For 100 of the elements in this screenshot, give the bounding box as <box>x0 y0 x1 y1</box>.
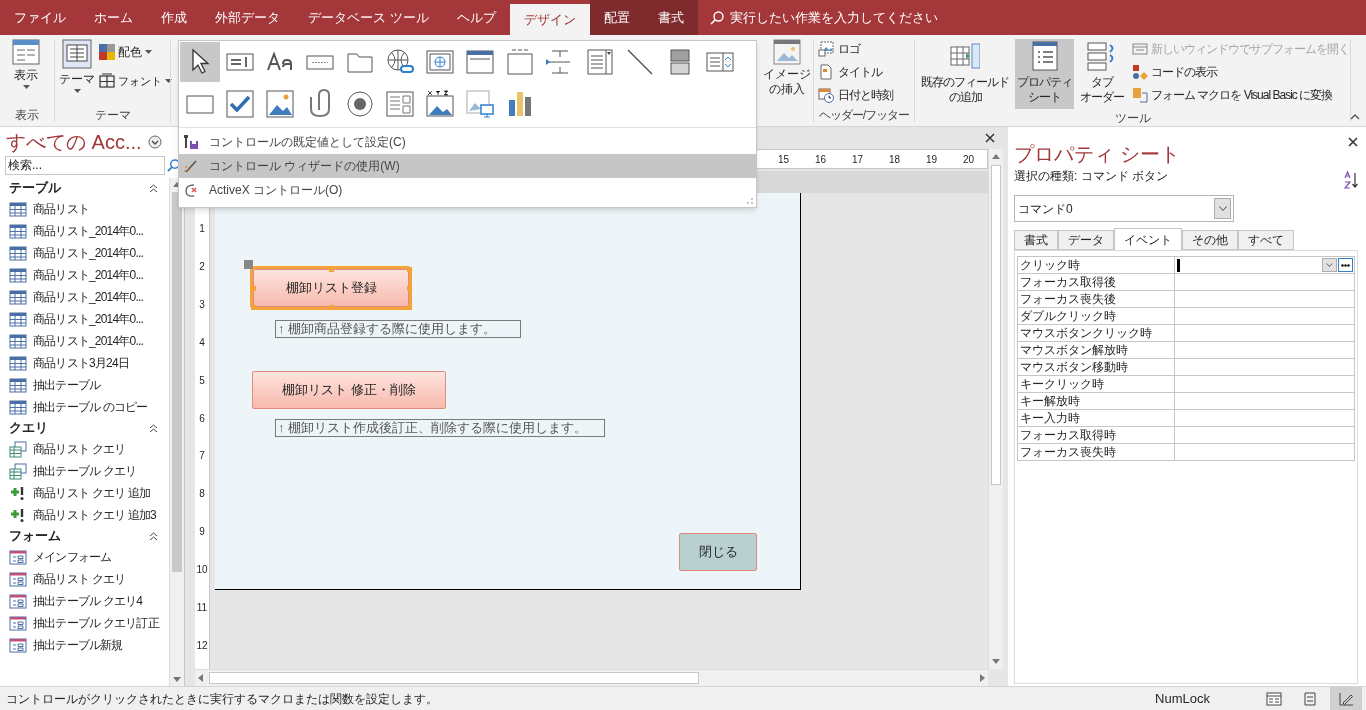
scrollbar-thumb[interactable] <box>172 192 182 572</box>
ruler-number: 16 <box>815 153 827 167</box>
scrollbar[interactable] <box>195 669 988 686</box>
property-tab[interactable]: データ <box>1058 230 1114 250</box>
ellipsis-icon <box>1341 263 1350 267</box>
fonts-button[interactable]: フォント <box>99 73 172 90</box>
ribbon-tab[interactable]: 書式 <box>643 0 698 35</box>
stacked-tables-icon <box>9 462 27 480</box>
window-icon <box>1132 41 1148 57</box>
nav-item[interactable]: 商品リスト_2014年0... <box>3 286 168 308</box>
nav-item[interactable]: 抽出テーブル クエリ訂正 <box>3 612 168 634</box>
property-name: マウスボタン移動時 <box>1018 359 1175 375</box>
nav-item[interactable]: 商品リスト_2014年0... <box>3 308 168 330</box>
command-button[interactable]: 棚卸リスト登録 <box>253 269 409 307</box>
resize-handle[interactable] <box>328 266 334 272</box>
group-label: 表示 <box>14 107 40 124</box>
nav-group-header[interactable]: フォーム <box>3 526 168 546</box>
move-handle[interactable] <box>243 259 253 269</box>
view-switch-button[interactable] <box>1330 687 1362 710</box>
nav-item[interactable]: 抽出テーブル新規 <box>3 634 168 656</box>
nav-group-header[interactable]: クエリ <box>3 418 168 438</box>
nav-item[interactable]: 抽出テーブル クエリ4 <box>3 590 168 612</box>
property-value-field[interactable] <box>1175 257 1355 273</box>
menu-item[interactable]: ActiveX コントロール(O) <box>179 178 756 202</box>
shapes-icon <box>1132 64 1148 80</box>
form-label: ↑ 棚卸商品登録する際に使用します。 <box>275 320 521 338</box>
ribbon-tab[interactable]: 配置 <box>589 0 644 35</box>
object-dropdown[interactable]: コマンド0 <box>1014 195 1234 222</box>
resize-handle[interactable] <box>250 304 256 310</box>
resize-handle[interactable] <box>406 304 412 310</box>
nav-item[interactable]: 商品リスト クエリ 追加 <box>3 482 168 504</box>
property-tab[interactable]: イベント <box>1114 228 1182 251</box>
calendar-clock-icon <box>818 87 834 103</box>
sort-az-icon <box>1344 171 1358 189</box>
selection-type: 選択の種類: コマンド ボタン <box>1014 168 1168 185</box>
ribbon-tab[interactable]: ファイル <box>0 0 80 35</box>
ruler-number: 6 <box>198 412 206 425</box>
nav-item[interactable]: 商品リスト3月24日 <box>3 352 168 374</box>
nav-item[interactable]: 商品リスト <box>3 198 168 220</box>
scrollbar-thumb[interactable] <box>209 672 699 684</box>
tell-me-search[interactable]: 実行したい作業を入力してください <box>729 7 938 28</box>
ribbon-command[interactable]: ロゴ <box>818 39 893 59</box>
image-icon <box>264 88 296 120</box>
command-button[interactable]: 棚卸リスト 修正・削除 <box>252 371 446 409</box>
nav-item[interactable]: 抽出テーブル クエリ <box>3 460 168 482</box>
search-field[interactable]: 検索... <box>5 155 165 175</box>
nav-item[interactable]: 商品リスト クエリ <box>3 438 168 460</box>
colors-button[interactable]: 配色 <box>99 43 172 61</box>
dropdown-button[interactable] <box>1214 198 1231 219</box>
ribbon-button[interactable]: タブ オーダー <box>1078 39 1126 109</box>
ribbon-button[interactable]: 既存のフィールド の追加 <box>919 39 1011 109</box>
ruler-number: 3 <box>198 298 206 311</box>
nav-item[interactable]: 商品リスト_2014年0... <box>3 264 168 286</box>
radio-button-icon <box>344 88 376 120</box>
chevron-down-icon <box>1326 263 1333 267</box>
search-icon <box>167 158 180 172</box>
builder-button[interactable] <box>1338 258 1353 272</box>
nav-item[interactable]: 抽出テーブル <box>3 374 168 396</box>
ribbon-command[interactable]: コードの表示 <box>1132 62 1349 82</box>
scrollbar[interactable] <box>169 178 184 686</box>
ruler-number: 12 <box>195 639 209 652</box>
scrollbar[interactable] <box>988 149 1003 669</box>
menu-item[interactable]: コントロール ウィザードの使用(W) <box>179 154 756 178</box>
resize-handle[interactable] <box>250 285 256 291</box>
property-name: ダブルクリック時 <box>1018 308 1175 324</box>
nav-item[interactable]: 商品リスト クエリ <box>3 568 168 590</box>
ribbon-tab[interactable]: 外部データ <box>201 0 294 35</box>
control-tool-button[interactable] <box>180 42 220 82</box>
nav-item[interactable]: 商品リスト_2014年0... <box>3 330 168 352</box>
property-tab[interactable]: すべて <box>1238 230 1294 250</box>
close-button[interactable]: 閉じる <box>679 533 757 571</box>
ribbon-command[interactable]: 日付と時刻 <box>818 85 893 105</box>
wrench-disk-icon <box>183 134 199 150</box>
insert-image-button[interactable]: イメージ の挿入 <box>763 39 811 97</box>
ribbon-tab[interactable]: ホーム <box>80 0 147 35</box>
resize-handle[interactable] <box>406 266 412 272</box>
nav-item[interactable]: 商品リスト_2014年0... <box>3 220 168 242</box>
ribbon-tab[interactable]: ヘルプ <box>442 0 510 35</box>
ribbon-command[interactable]: タイトル <box>818 62 893 82</box>
ribbon-tab[interactable]: データベース ツール <box>294 0 443 35</box>
ribbon-button[interactable]: プロパティ シート <box>1015 39 1074 109</box>
themes-button[interactable]: テーマ <box>59 39 95 93</box>
property-tab[interactable]: 書式 <box>1014 230 1058 250</box>
view-button[interactable]: 表示 <box>4 39 48 89</box>
nav-item[interactable]: 商品リスト_2014年0... <box>3 242 168 264</box>
nav-item[interactable]: 抽出テーブル のコピー <box>3 396 168 418</box>
ribbon-tab[interactable]: 作成 <box>147 0 201 35</box>
form-label: ↑ 棚卸リスト作成後訂正、削除する際に使用します。 <box>275 419 605 437</box>
property-tab[interactable]: その他 <box>1182 230 1238 250</box>
nav-item[interactable]: 商品リスト クエリ 追加3 <box>3 504 168 526</box>
ribbon-command[interactable]: フォーム マクロを Visual Basic に変換 <box>1132 85 1349 105</box>
close-icon <box>1348 137 1358 147</box>
scrollbar-thumb[interactable] <box>991 165 1001 485</box>
property-name: キー入力時 <box>1018 410 1175 426</box>
nav-group-header[interactable]: テーブル <box>3 178 168 198</box>
ribbon-tab[interactable]: デザイン <box>509 4 590 35</box>
nav-item[interactable]: メインフォーム <box>3 546 168 568</box>
caret-icon <box>73 89 81 93</box>
group-label: ヘッダー/フッター <box>817 107 911 124</box>
menu-item[interactable]: コントロールの既定値として設定(C) <box>179 130 756 154</box>
